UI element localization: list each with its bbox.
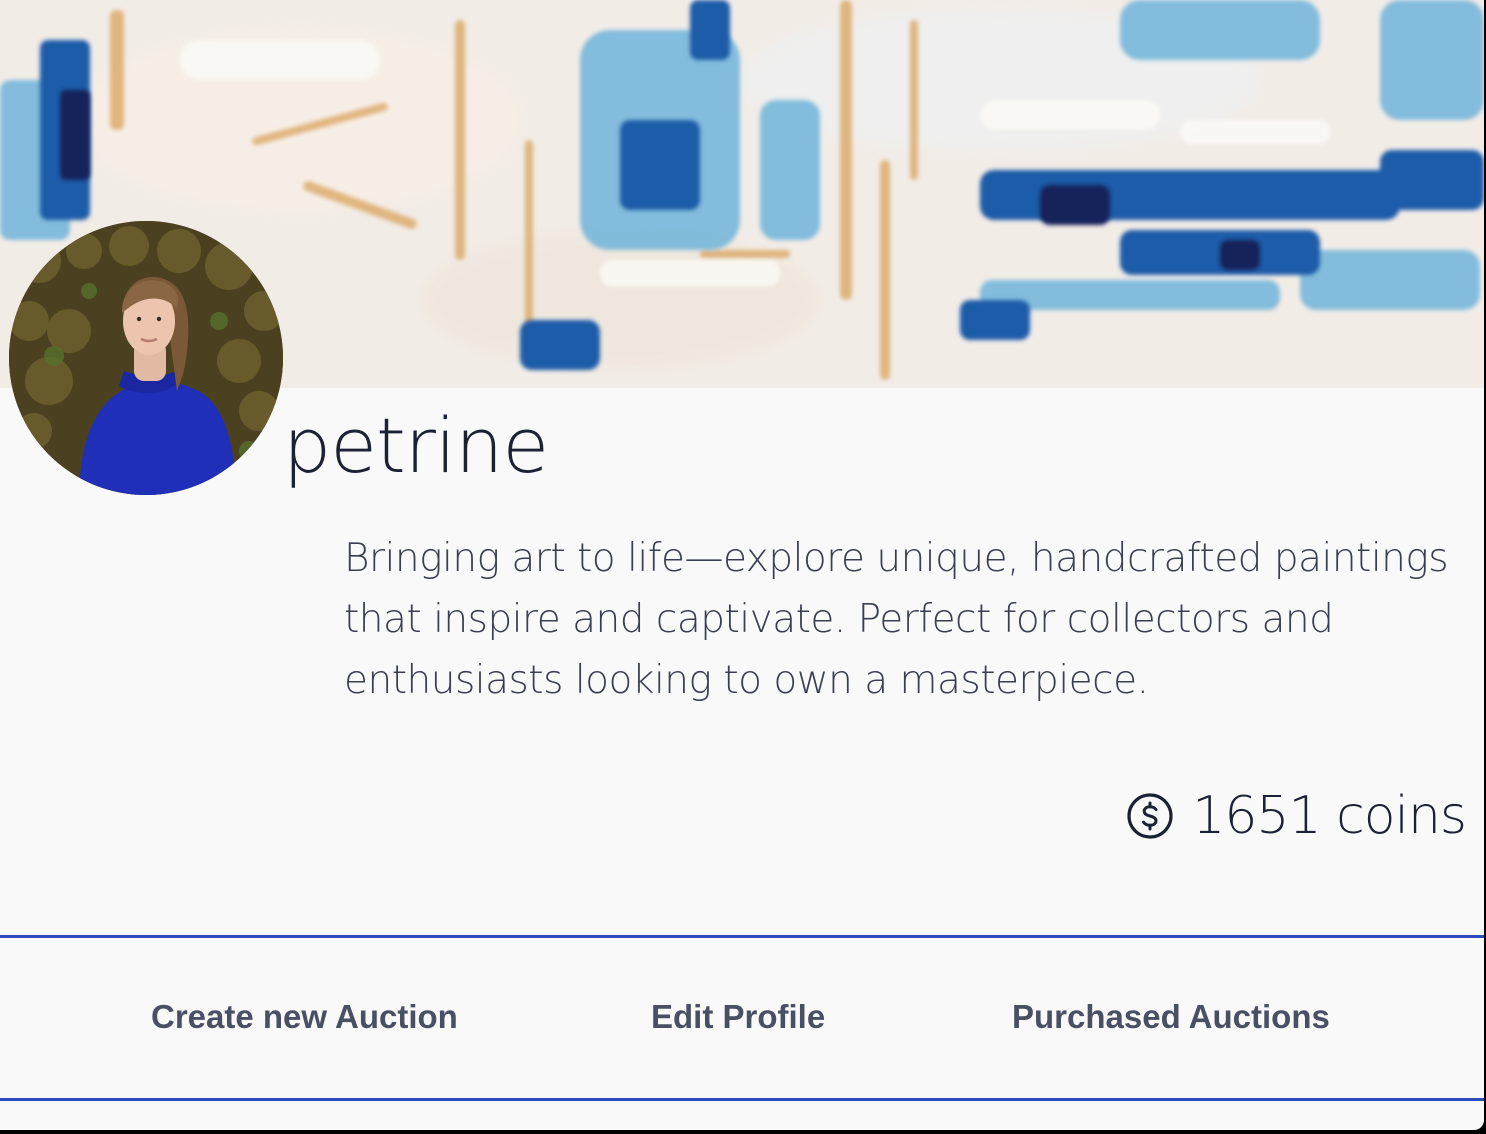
- nav-divider-top: [0, 935, 1484, 938]
- profile-nav: Create new Auction Edit Profile Purchase…: [0, 940, 1484, 1100]
- nav-divider-bottom: [0, 1098, 1484, 1101]
- dollar-circle-icon: [1127, 793, 1173, 839]
- avatar[interactable]: [9, 221, 283, 495]
- create-auction-button[interactable]: Create new Auction: [151, 998, 458, 1036]
- coins-count: 1651 coins: [1192, 786, 1467, 846]
- edit-profile-button[interactable]: Edit Profile: [651, 998, 825, 1036]
- coin-balance: 1651 coins: [1126, 786, 1467, 846]
- profile-card: petrine Bringing art to life—explore uni…: [0, 0, 1484, 1130]
- purchased-auctions-button[interactable]: Purchased Auctions: [1012, 998, 1330, 1036]
- profile-bio: Bringing art to life—explore unique, han…: [344, 536, 1449, 703]
- username: petrine: [283, 401, 549, 490]
